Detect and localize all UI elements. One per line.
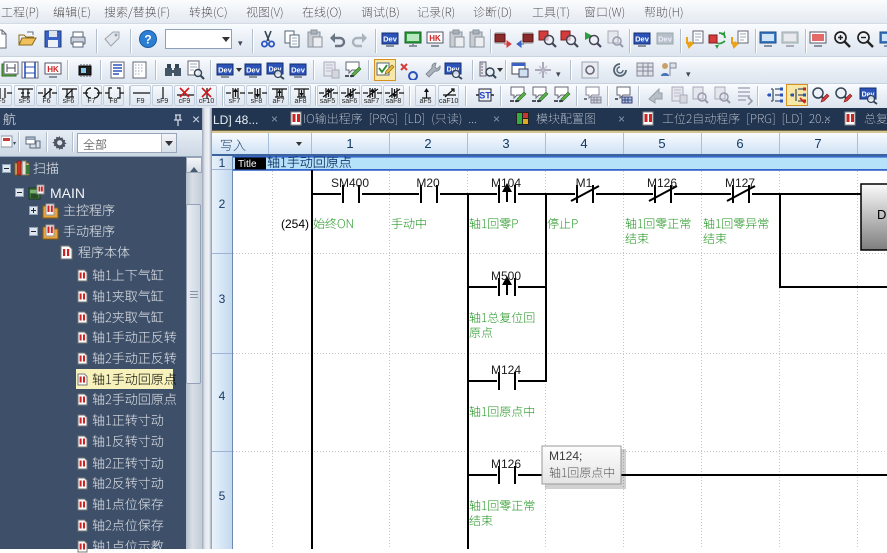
svg-text:4: 4 — [219, 389, 226, 403]
svg-text:SM400: SM400 — [331, 176, 369, 190]
svg-text:(254): (254) — [281, 217, 309, 231]
svg-text:M1: M1 — [576, 176, 593, 190]
svg-text:M500: M500 — [491, 269, 521, 283]
svg-text:D: D — [877, 207, 886, 222]
svg-text:2: 2 — [219, 197, 226, 211]
svg-text:M124: M124 — [491, 363, 521, 377]
svg-text:M126: M126 — [491, 457, 521, 471]
svg-text:M104: M104 — [491, 176, 521, 190]
svg-text:M124;: M124; — [549, 449, 582, 463]
svg-text:Title: Title — [238, 159, 257, 170]
svg-text:M20: M20 — [416, 176, 440, 190]
svg-text:1: 1 — [219, 156, 226, 170]
svg-text:M126: M126 — [647, 176, 677, 190]
svg-text:5: 5 — [219, 489, 226, 503]
svg-text:3: 3 — [219, 292, 226, 306]
svg-text:M127: M127 — [725, 176, 755, 190]
